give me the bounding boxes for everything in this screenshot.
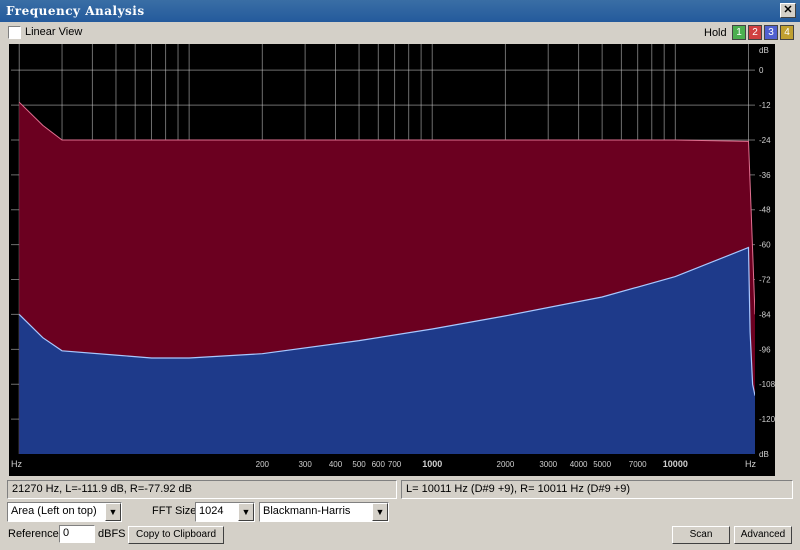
title-bar[interactable]: Frequency Analysis ✕ bbox=[0, 0, 800, 22]
chevron-down-icon[interactable]: ▼ bbox=[238, 503, 254, 521]
advanced-button[interactable]: Advanced bbox=[734, 526, 792, 544]
fft-size-select[interactable]: 1024 ▼ bbox=[195, 502, 255, 522]
display-mode-select[interactable]: Area (Left on top) ▼ bbox=[7, 502, 122, 522]
y-tick-label: -48 bbox=[759, 206, 771, 215]
x-unit-label-right: Hz bbox=[745, 459, 756, 469]
hold-1-button[interactable]: 1 bbox=[732, 25, 746, 40]
y-unit-label-bottom: dB bbox=[759, 450, 769, 459]
close-button[interactable]: ✕ bbox=[780, 3, 796, 18]
x-tick-label: 5000 bbox=[593, 460, 611, 469]
y-tick-label: -96 bbox=[759, 345, 771, 354]
window-function-value: Blackmann-Harris bbox=[263, 505, 351, 517]
copy-to-clipboard-button[interactable]: Copy to Clipboard bbox=[128, 526, 224, 544]
hold-2-button[interactable]: 2 bbox=[748, 25, 762, 40]
window-function-select[interactable]: Blackmann-Harris ▼ bbox=[259, 502, 389, 522]
y-tick-label: -120 bbox=[759, 415, 776, 424]
y-tick-label: -108 bbox=[759, 380, 776, 389]
y-unit-label-top: dB bbox=[759, 46, 769, 55]
chevron-down-icon[interactable]: ▼ bbox=[105, 503, 121, 521]
spectrum-plot[interactable]: 200 300 400 500 600 700 1000 2000 3000 4000 5000 70… bbox=[9, 44, 776, 476]
x-tick-label: 3000 bbox=[539, 460, 557, 469]
chevron-down-icon[interactable]: ▼ bbox=[372, 503, 388, 521]
y-tick-label: -12 bbox=[759, 101, 771, 110]
scan-button[interactable]: Scan bbox=[672, 526, 730, 544]
x-unit-label-left: Hz bbox=[11, 459, 22, 469]
x-tick-label: 2000 bbox=[497, 460, 515, 469]
cursor-readout: 21270 Hz, L=-111.9 dB, R=-77.92 dB bbox=[7, 480, 397, 499]
y-tick-label: -36 bbox=[759, 171, 771, 180]
y-tick-label: -60 bbox=[759, 241, 771, 250]
y-tick-label: 0 bbox=[759, 66, 764, 75]
hold-label: Hold bbox=[704, 27, 727, 39]
linear-view-checkbox[interactable] bbox=[8, 26, 21, 39]
fft-size-value: 1024 bbox=[199, 505, 224, 517]
reference-input[interactable]: 0 bbox=[59, 525, 95, 543]
y-tick-label: -24 bbox=[759, 136, 771, 145]
x-tick-label: 10000 bbox=[663, 459, 688, 469]
window-title: Frequency Analysis bbox=[6, 4, 145, 18]
y-tick-label: -84 bbox=[759, 310, 771, 319]
x-tick-label: 200 bbox=[256, 460, 270, 469]
x-tick-label: 600 bbox=[372, 460, 386, 469]
reference-label: Reference bbox=[8, 528, 59, 540]
x-tick-label: 4000 bbox=[570, 460, 588, 469]
fft-size-label: FFT Size bbox=[152, 505, 197, 517]
frequency-analysis-window: Frequency Analysis ✕ Linear View Hold 1 … bbox=[0, 0, 800, 550]
x-tick-label: 7000 bbox=[629, 460, 647, 469]
linear-view-label: Linear View bbox=[25, 26, 83, 38]
toolbar: Linear View Hold 1 2 3 4 bbox=[0, 22, 800, 44]
x-tick-label: 500 bbox=[352, 460, 366, 469]
peak-readout: L= 10011 Hz (D#9 +9), R= 10011 Hz (D#9 +… bbox=[401, 480, 793, 499]
x-tick-label: 400 bbox=[329, 460, 343, 469]
x-tick-label: 300 bbox=[298, 460, 312, 469]
x-tick-label: 700 bbox=[388, 460, 402, 469]
display-mode-value: Area (Left on top) bbox=[11, 505, 97, 517]
hold-3-button[interactable]: 3 bbox=[764, 25, 778, 40]
spectrum-svg: 200 300 400 500 600 700 1000 2000 3000 4000 5000 70… bbox=[9, 44, 776, 476]
y-tick-label: -72 bbox=[759, 276, 771, 285]
x-tick-label: 1000 bbox=[422, 459, 442, 469]
dbfs-label: dBFS bbox=[98, 528, 126, 540]
hold-4-button[interactable]: 4 bbox=[780, 25, 794, 40]
